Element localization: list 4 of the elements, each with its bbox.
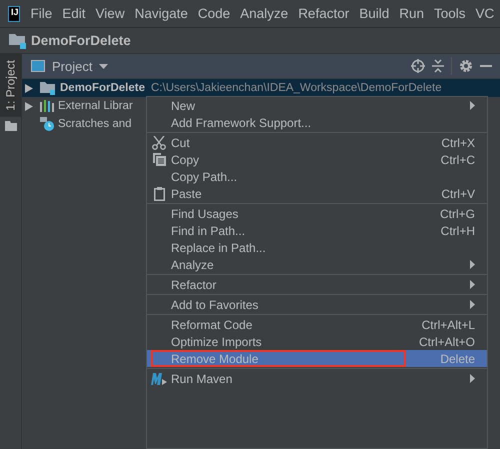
tree-label: Scratches and <box>58 118 132 130</box>
tree-label: DemoForDelete <box>60 82 145 94</box>
module-path: C:\Users\Jakieenchan\IDEA_Workspace\DemoForDelete <box>151 82 442 94</box>
tree-label: External Librar <box>58 100 133 112</box>
